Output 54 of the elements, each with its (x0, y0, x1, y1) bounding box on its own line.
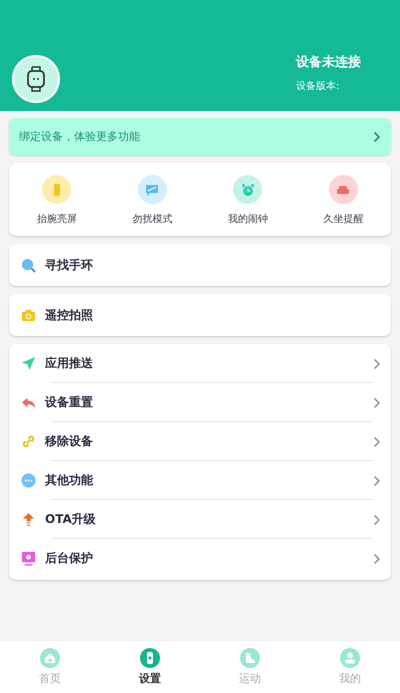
chevron-icon (373, 358, 381, 370)
quick-action-icon[interactable] (42, 175, 72, 204)
monitor-icon (21, 551, 36, 566)
feature-card[interactable]: 寻找手环 (9, 244, 391, 286)
watch-icon (140, 648, 160, 668)
settings-label: 设备重置 (45, 394, 93, 411)
quick-action-icon[interactable] (328, 175, 358, 204)
nav-label: 首页 (39, 671, 61, 686)
settings-item[interactable]: 设备重置 (9, 383, 391, 422)
banner-text: 绑定设备，体验更多功能 (19, 129, 140, 144)
chevron-icon (373, 552, 381, 564)
watch-icon (26, 66, 46, 92)
user-icon (340, 648, 360, 668)
nav-label: 设置 (139, 671, 161, 686)
nav-label: 运动 (239, 671, 261, 686)
quick-action-label: 我的闹钟 (228, 212, 268, 226)
settings-label: 移除设备 (45, 433, 93, 450)
home-icon (40, 648, 60, 668)
device-avatar[interactable] (12, 55, 60, 103)
settings-label: 应用推送 (45, 355, 93, 372)
chevron-icon (373, 474, 381, 486)
feature-label: 遥控拍照 (45, 306, 93, 324)
settings-item[interactable]: 其他功能 (9, 461, 391, 500)
device-version: 设备版本: (296, 80, 340, 93)
upload-arrow-icon (21, 512, 36, 527)
settings-label: 其他功能 (45, 472, 93, 489)
feature-card[interactable]: 遥控拍照 (9, 294, 391, 336)
connection-status: 设备未连接 (296, 54, 362, 71)
quick-action-label: 久坐提醒 (323, 212, 364, 226)
more-icon (21, 473, 36, 488)
chevron-icon (373, 396, 381, 408)
camera-icon (21, 308, 36, 322)
settings-label: 后台保护 (45, 550, 93, 567)
nav-label: 我的 (339, 671, 361, 686)
chevron-icon (373, 130, 381, 142)
search-icon (21, 258, 36, 272)
chevron-icon (373, 436, 381, 448)
reply-arrow-icon (21, 395, 36, 410)
settings-item[interactable]: OTA升级 (9, 500, 391, 539)
quick-action-label: 勿扰模式 (132, 212, 172, 226)
link-icon (21, 434, 36, 449)
paper-plane-icon (21, 356, 36, 371)
settings-item[interactable]: 后台保护 (9, 539, 391, 578)
alarm-clock-icon (240, 182, 256, 198)
nav-tab[interactable]: 设置 (100, 641, 200, 693)
settings-item[interactable]: 移除设备 (9, 422, 391, 461)
shoe-icon (240, 648, 260, 668)
quick-action-icon[interactable] (138, 175, 167, 204)
settings-label: OTA升级 (45, 511, 96, 528)
feature-label: 寻找手环 (45, 256, 93, 274)
chevron-icon (373, 514, 381, 526)
quick-action-label: 抬腕亮屏 (36, 212, 77, 226)
quick-action-icon[interactable] (233, 175, 262, 204)
settings-item[interactable]: 应用推送 (9, 344, 391, 383)
